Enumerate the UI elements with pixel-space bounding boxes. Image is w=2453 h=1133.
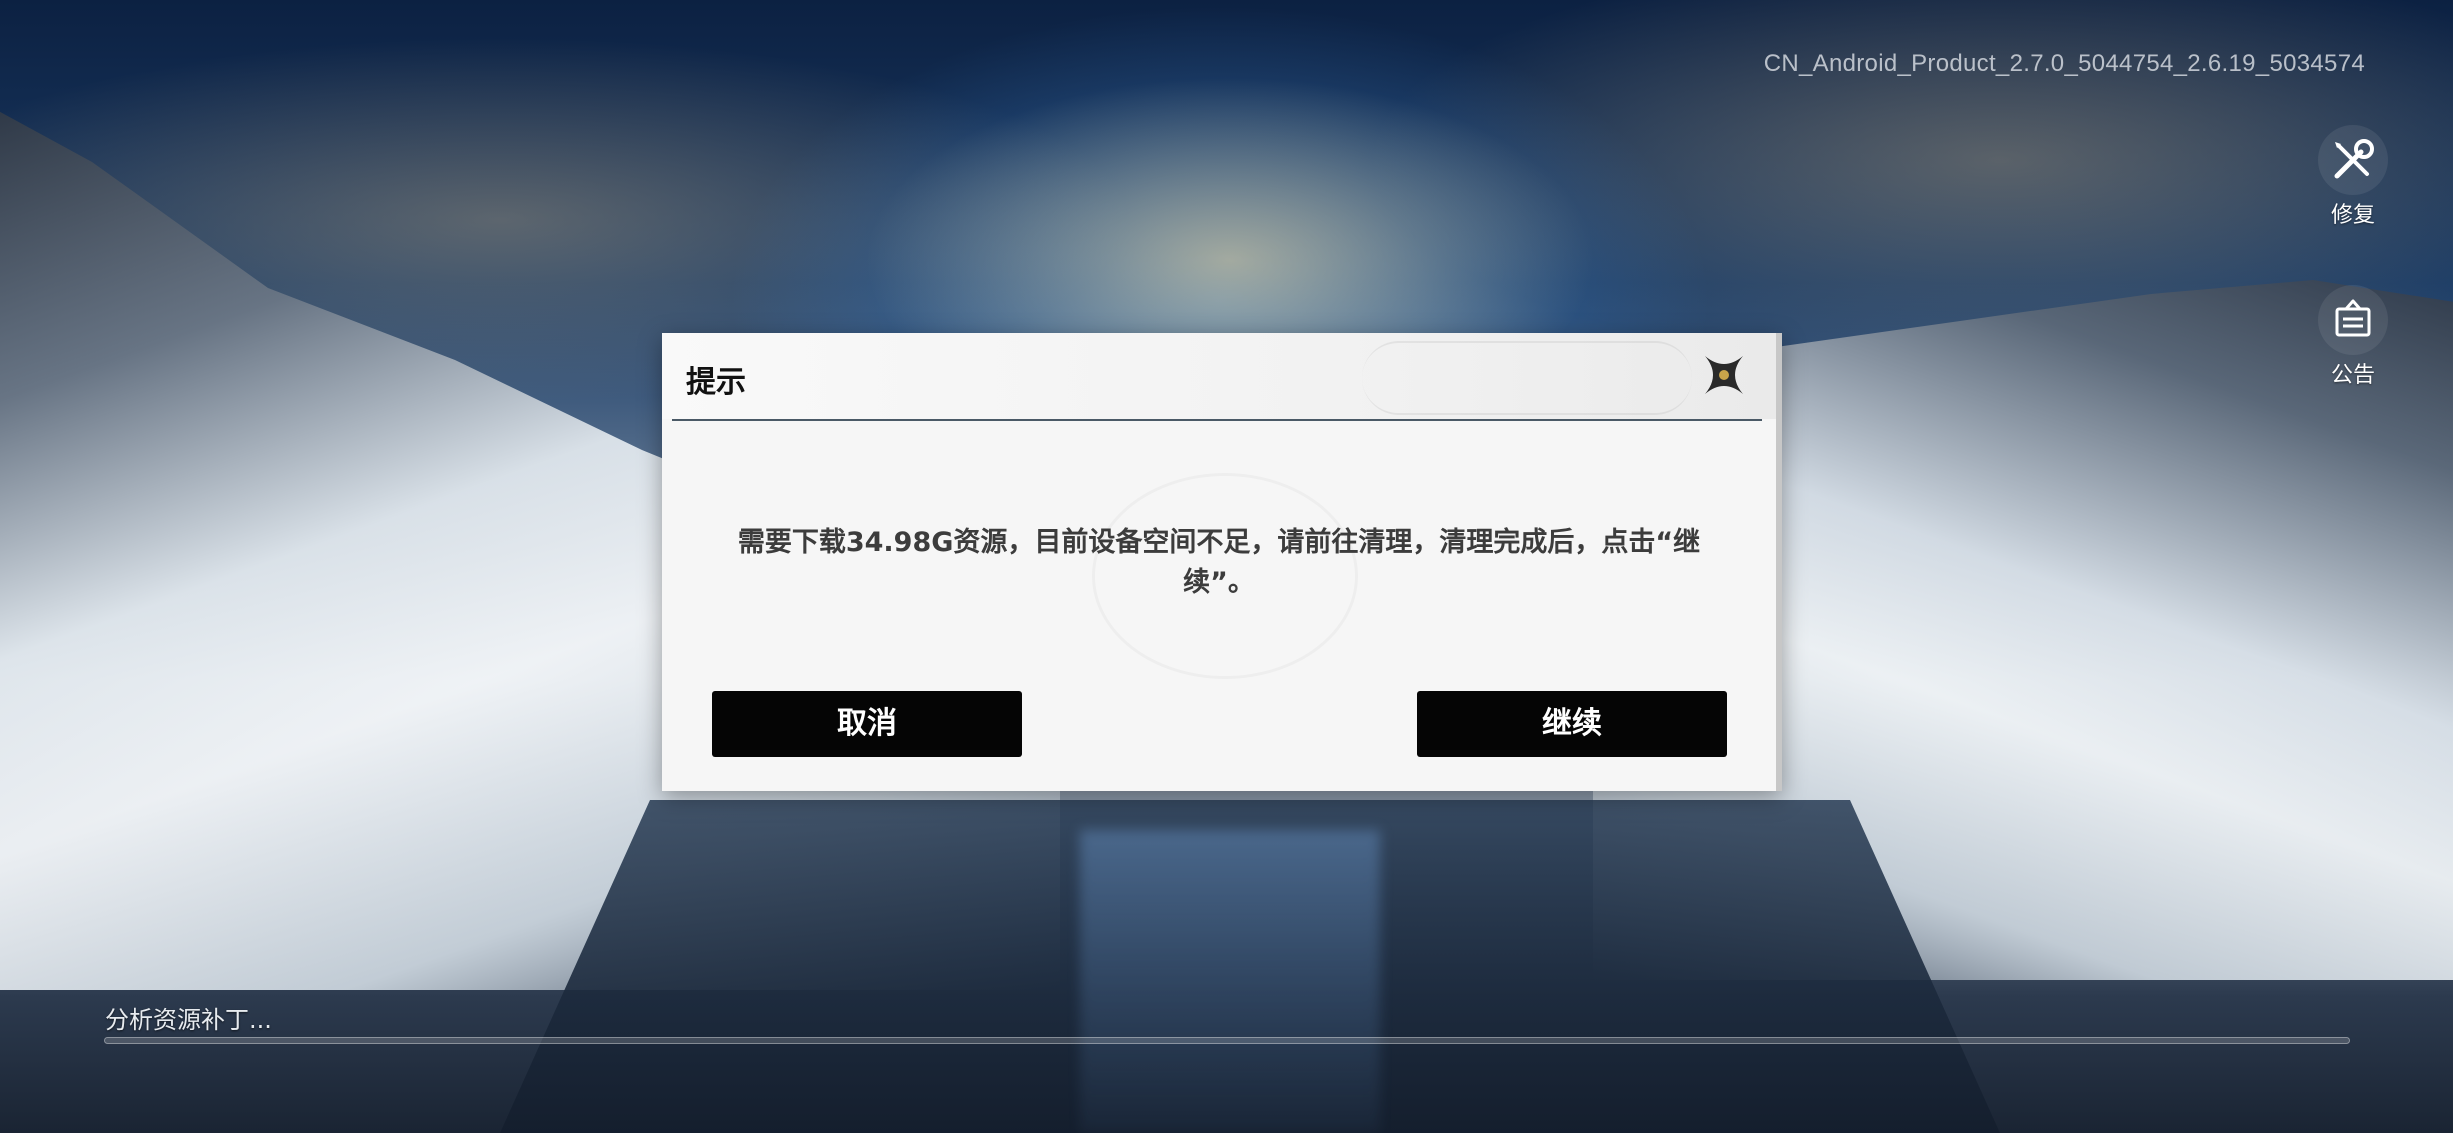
notice-board-icon: [2318, 285, 2388, 355]
loading-status-text: 分析资源补丁...: [105, 1006, 272, 1034]
cancel-button[interactable]: 取消: [712, 691, 1022, 757]
continue-button[interactable]: 继续: [1417, 691, 1727, 757]
wrench-screwdriver-icon: [2318, 125, 2388, 195]
dialog-message: 需要下载34.98G资源，目前设备空间不足，请前往清理，清理完成后，点击“继续”…: [737, 527, 1701, 598]
game-launcher-screen: CN_Android_Product_2.7.0_5044754_2.6.19_…: [0, 0, 2453, 1133]
header-divider: [672, 419, 1762, 421]
notice-label: 公告: [2330, 363, 2375, 388]
storage-warning-dialog: 提示 需要下载34.98G资源，目前设备空间不足，请前往清理，清理完成后，点击“…: [662, 333, 1782, 791]
version-label: CN_Android_Product_2.7.0_5044754_2.6.19_…: [1763, 50, 2365, 77]
background-reflection: [1080, 830, 1380, 1133]
close-button[interactable]: [1696, 347, 1752, 403]
close-x-icon: [1705, 356, 1743, 394]
dialog-title: 提示: [686, 365, 746, 400]
repair-button[interactable]: 修复: [2303, 125, 2403, 229]
notice-button[interactable]: 公告: [2303, 285, 2403, 389]
dialog-header: 提示: [662, 333, 1776, 419]
header-decoration: [1362, 341, 1692, 415]
repair-label: 修复: [2330, 203, 2375, 228]
loading-progress-bar: [104, 1037, 2350, 1044]
